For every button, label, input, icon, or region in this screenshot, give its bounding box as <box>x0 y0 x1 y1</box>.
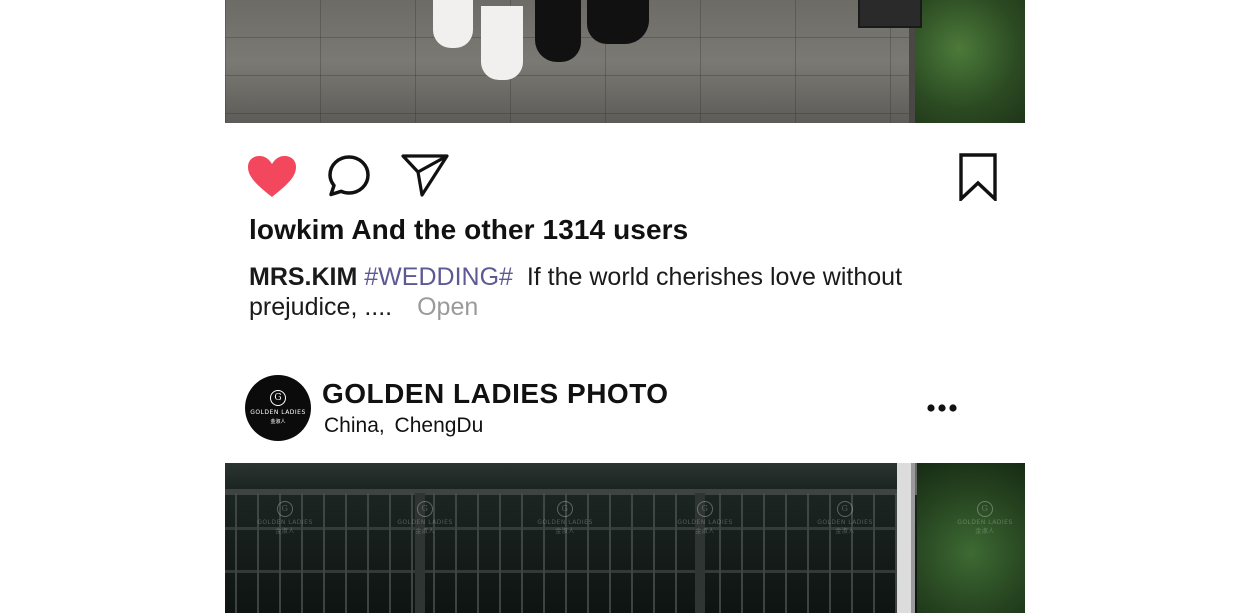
photo-watermark: G GOLDEN LADIES 金淑人 <box>530 501 600 535</box>
share-icon[interactable] <box>401 153 449 197</box>
avatar-subtext: 金淑人 <box>270 419 286 425</box>
watermark-subtext: 金淑人 <box>835 528 855 535</box>
watermark-brand: GOLDEN LADIES <box>257 519 313 526</box>
location-city: ChengDu <box>394 414 484 437</box>
photo-post-base <box>858 0 922 28</box>
watermark-subtext: 金淑人 <box>695 528 715 535</box>
post-photo[interactable] <box>225 0 1025 123</box>
photo-bride-shoe <box>433 0 473 48</box>
photo-watermark: G GOLDEN LADIES 金淑人 <box>390 501 460 535</box>
avatar[interactable]: G GOLDEN LADIES 金淑人 <box>245 375 311 441</box>
watermark-subtext: 金淑人 <box>975 528 995 535</box>
avatar-monogram: G <box>270 390 286 406</box>
caption-text-line1: If the world cherishes love without <box>526 263 903 291</box>
post-location[interactable]: China, ChengDu <box>324 414 483 438</box>
bookmark-icon[interactable] <box>958 153 998 201</box>
watermark-monogram: G <box>417 501 433 517</box>
post-caption: MRS.KIM #WEDDING# If the world cherishes… <box>249 262 949 322</box>
likes-count[interactable]: lowkim And the other 1314 users <box>249 214 688 246</box>
heart-icon[interactable] <box>247 155 297 199</box>
photo-groom-shoe <box>587 0 649 44</box>
photo-greenery <box>917 463 1025 613</box>
photo-watermark: G GOLDEN LADIES 金淑人 <box>810 501 880 535</box>
avatar-brand: GOLDEN LADIES <box>250 409 306 416</box>
watermark-subtext: 金淑人 <box>275 528 295 535</box>
watermark-monogram: G <box>977 501 993 517</box>
photo-watermark: G GOLDEN LADIES 金淑人 <box>670 501 740 535</box>
watermark-monogram: G <box>557 501 573 517</box>
caption-author[interactable]: MRS.KIM <box>249 263 357 291</box>
photo-pillar <box>897 463 915 613</box>
account-name[interactable]: GOLDEN LADIES PHOTO <box>322 378 669 410</box>
watermark-brand: GOLDEN LADIES <box>677 519 733 526</box>
watermark-subtext: 金淑人 <box>415 528 435 535</box>
photo-watermark: G GOLDEN LADIES 金淑人 <box>250 501 320 535</box>
feed: lowkim And the other 1314 users MRS.KIM … <box>225 0 1025 613</box>
watermark-monogram: G <box>277 501 293 517</box>
watermark-brand: GOLDEN LADIES <box>537 519 593 526</box>
photo-watermark: G GOLDEN LADIES 金淑人 <box>950 501 1020 535</box>
watermark-subtext: 金淑人 <box>555 528 575 535</box>
post-photo[interactable]: G GOLDEN LADIES 金淑人 G GOLDEN LADIES 金淑人 … <box>225 463 1025 613</box>
caption-open-link[interactable]: Open <box>417 293 478 321</box>
post-header: G GOLDEN LADIES 金淑人 GOLDEN LADIES PHOTO … <box>225 372 1025 442</box>
caption-hashtag[interactable]: #WEDDING# <box>364 263 513 291</box>
caption-text-line2: prejudice, .... <box>249 293 393 321</box>
photo-groom-shoe <box>535 0 581 62</box>
watermark-monogram: G <box>837 501 853 517</box>
location-country: China, <box>324 414 385 437</box>
post-actions <box>225 150 1025 201</box>
watermark-monogram: G <box>697 501 713 517</box>
more-icon[interactable] <box>925 398 961 418</box>
caption-text <box>520 263 527 291</box>
watermark-brand: GOLDEN LADIES <box>957 519 1013 526</box>
photo-grass <box>915 0 1025 123</box>
photo-bride-shoe <box>481 6 523 80</box>
comment-icon[interactable] <box>327 154 371 198</box>
watermark-brand: GOLDEN LADIES <box>817 519 873 526</box>
watermark-brand: GOLDEN LADIES <box>397 519 453 526</box>
